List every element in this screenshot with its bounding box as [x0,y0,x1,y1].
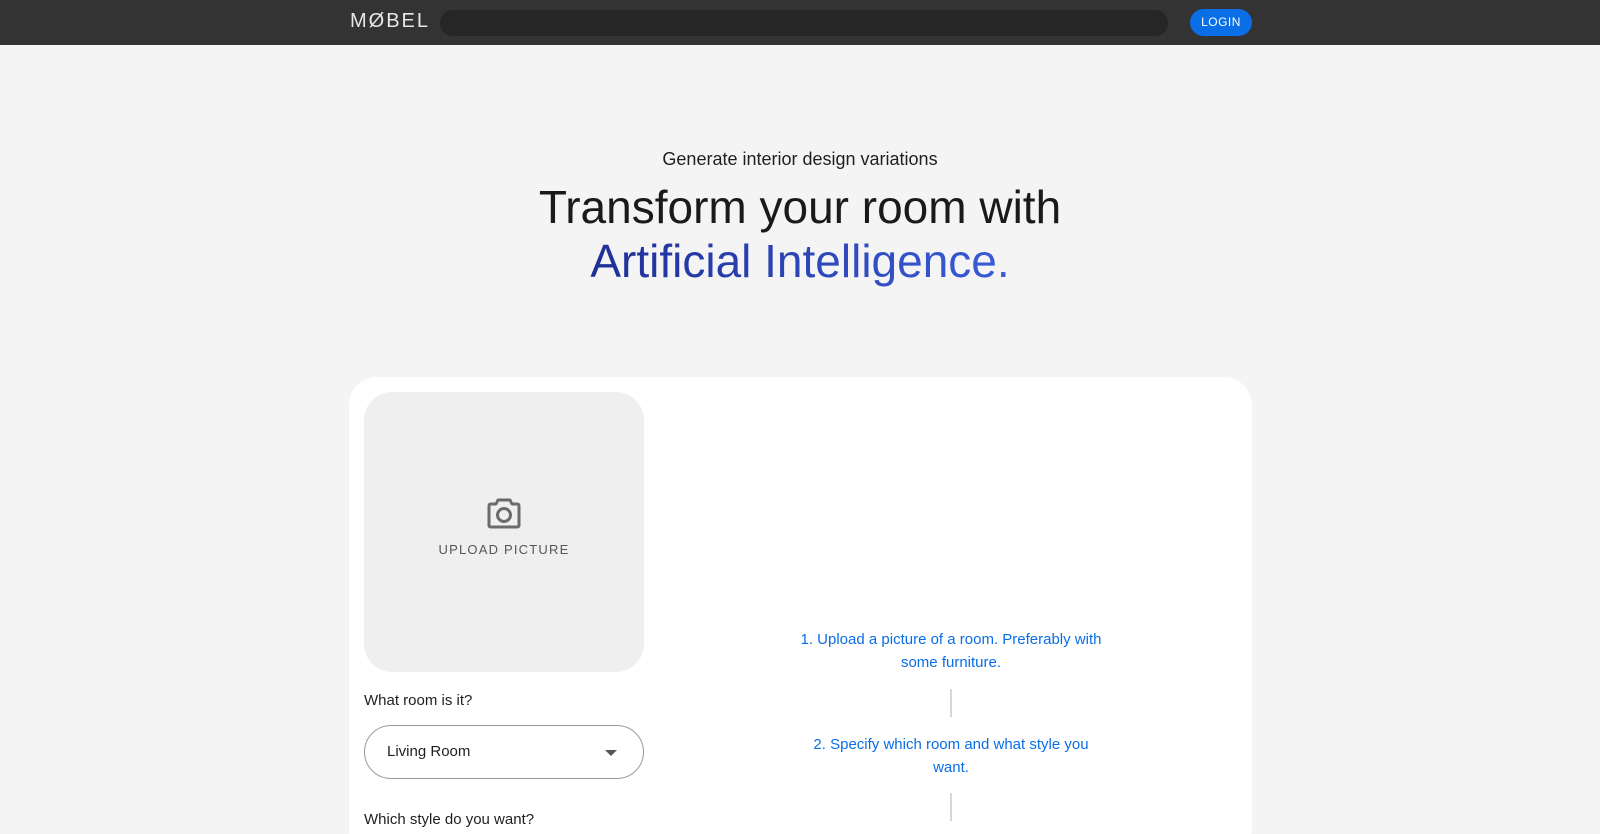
room-type-value: Living Room [387,743,471,760]
logo[interactable]: MØBEL [350,10,430,33]
upload-picture-label[interactable]: UPLOAD PICTURE [364,542,644,557]
camera-icon[interactable] [486,496,522,530]
step-divider [950,793,952,821]
headline-line-2: Artificial Intelligence. [590,235,1010,287]
hero-headline: Transform your room with Artificial Inte… [0,180,1600,288]
room-question-label: What room is it? [364,692,473,709]
chevron-down-icon [605,750,617,756]
headline-line-1: Transform your room with [538,181,1062,233]
room-type-select[interactable]: Living Room [364,725,644,779]
step-divider [950,689,952,717]
step-2-text: 2. Specify which room and what style you… [813,736,1089,776]
style-question-label: Which style do you want? [364,811,535,828]
search-input[interactable] [440,10,1168,36]
top-navbar: MØBEL LOGIN [0,0,1600,45]
hero-kicker: Generate interior design variations [662,149,938,169]
step-1-text: 1. Upload a picture of a room. Preferabl… [800,631,1102,671]
login-button[interactable]: LOGIN [1190,9,1252,36]
upload-dropzone[interactable] [364,392,644,672]
